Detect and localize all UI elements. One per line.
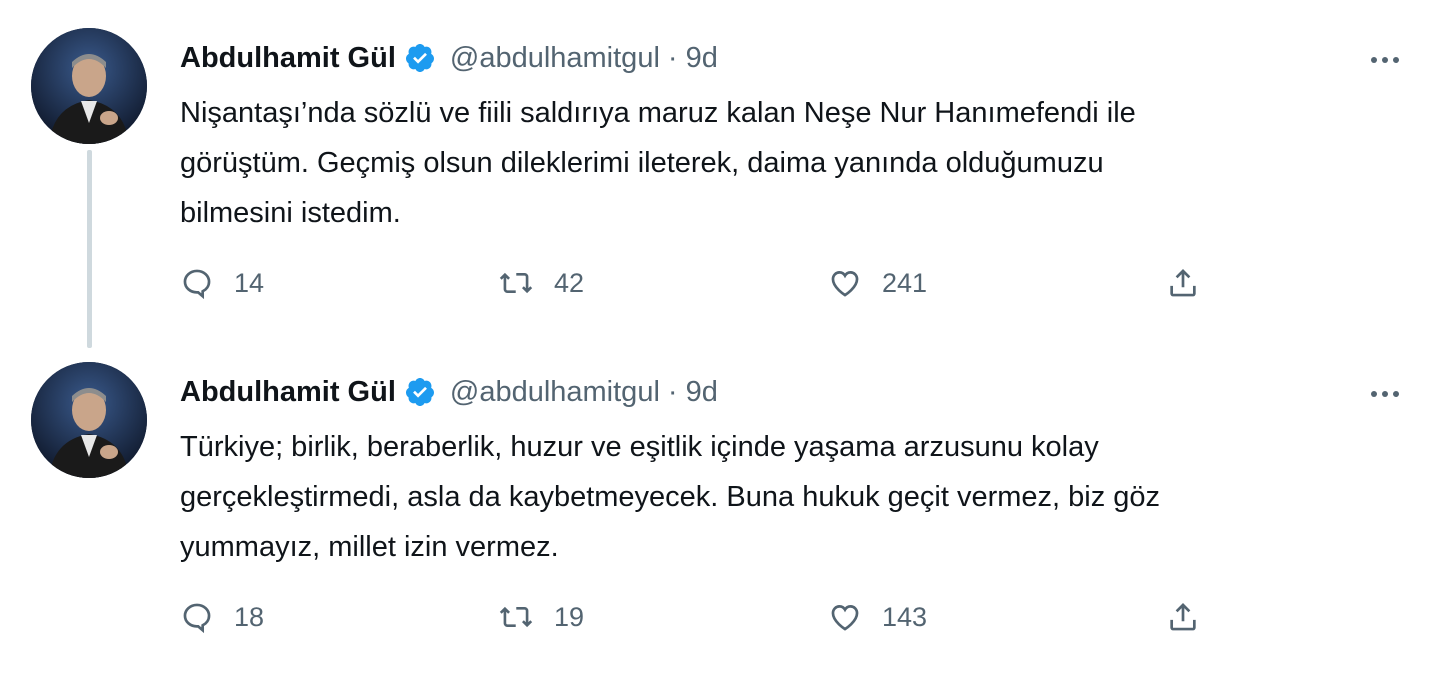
- verified-badge-icon: [404, 376, 436, 408]
- like-button[interactable]: 241: [828, 258, 927, 308]
- share-icon: [1166, 266, 1200, 300]
- heart-icon: [828, 266, 862, 300]
- verified-badge-icon: [404, 42, 436, 74]
- share-icon: [1166, 600, 1200, 634]
- author-handle[interactable]: @abdulhamitgul: [450, 376, 660, 409]
- reply-button[interactable]: 18: [180, 592, 264, 642]
- more-options-icon[interactable]: [1360, 40, 1410, 80]
- tweet-header: Abdulhamit Gül @abdulhamitgul · 9d: [180, 372, 718, 412]
- reply-count: 14: [234, 267, 265, 298]
- tweet[interactable]: Abdulhamit Gül @abdulhamitgul · 9d Türki…: [0, 350, 1454, 668]
- tweet-actions: 18 19 143: [180, 592, 1240, 642]
- tweet-text-line: gerçekleştirmedi, asla da kaybetmeyecek.…: [180, 481, 1161, 513]
- share-button[interactable]: [1166, 258, 1200, 308]
- retweet-button[interactable]: 42: [498, 258, 584, 308]
- like-count: 241: [882, 267, 928, 298]
- avatar[interactable]: [31, 28, 147, 144]
- separator-dot: ·: [667, 375, 678, 408]
- like-count: 143: [882, 601, 928, 632]
- tweet-text: Nişantaşı’nda sözlü ve fiili saldırıya m…: [180, 88, 1390, 238]
- author-name[interactable]: Abdulhamit Gül: [180, 42, 396, 75]
- retweet-icon: [498, 266, 534, 300]
- tweet-text-line: yummayız, millet izin vermez.: [180, 531, 559, 563]
- reply-button[interactable]: 14: [180, 258, 264, 308]
- retweet-count: 42: [554, 267, 585, 298]
- tweet-header: Abdulhamit Gül @abdulhamitgul · 9d: [180, 38, 718, 78]
- heart-icon: [828, 600, 862, 634]
- avatar[interactable]: [31, 362, 147, 478]
- tweet-text-line: Türkiye; birlik, beraberlik, huzur ve eş…: [180, 431, 1099, 463]
- tweet-text-line: görüştüm. Geçmiş olsun dileklerimi ilete…: [180, 147, 1104, 179]
- tweet-text-line: bilmesini istedim.: [180, 197, 401, 229]
- separator-dot: ·: [667, 41, 678, 74]
- author-handle[interactable]: @abdulhamitgul: [450, 42, 660, 75]
- reply-icon: [180, 600, 214, 634]
- tweet-actions: 14 42 241: [180, 258, 1240, 308]
- reply-icon: [180, 266, 214, 300]
- retweet-icon: [498, 600, 534, 634]
- author-name[interactable]: Abdulhamit Gül: [180, 376, 396, 409]
- tweet-thread: Abdulhamit Gül @abdulhamitgul · 9d Nişan…: [0, 0, 1454, 675]
- retweet-button[interactable]: 19: [498, 592, 584, 642]
- tweet-text-line: Nişantaşı’nda sözlü ve fiili saldırıya m…: [180, 97, 1136, 129]
- tweet-text: Türkiye; birlik, beraberlik, huzur ve eş…: [180, 422, 1390, 572]
- like-button[interactable]: 143: [828, 592, 927, 642]
- tweet-timestamp[interactable]: 9d: [686, 376, 718, 409]
- tweet[interactable]: Abdulhamit Gül @abdulhamitgul · 9d Nişan…: [0, 18, 1454, 336]
- share-button[interactable]: [1166, 592, 1200, 642]
- retweet-count: 19: [554, 601, 585, 632]
- tweet-timestamp[interactable]: 9d: [686, 42, 718, 75]
- more-options-icon[interactable]: [1360, 374, 1410, 414]
- reply-count: 18: [234, 601, 265, 632]
